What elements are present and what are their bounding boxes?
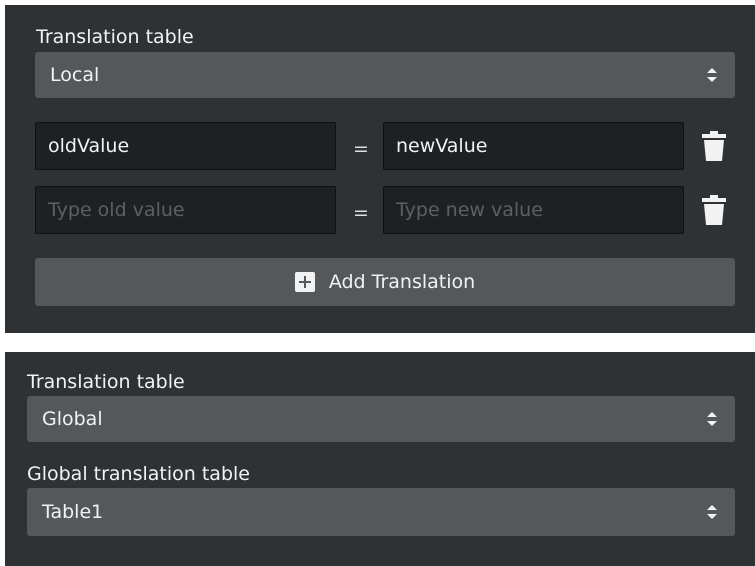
new-value-text: newValue [396, 135, 488, 157]
trash-icon[interactable] [702, 131, 726, 161]
new-value-input[interactable]: newValue [383, 122, 684, 170]
global-translation-table-label: Global translation table [27, 463, 250, 485]
old-value-input[interactable]: oldValue [35, 122, 336, 170]
global-translation-panel: Translation table Global Global translat… [5, 352, 755, 566]
equals-sign: = [353, 138, 369, 160]
old-value-input[interactable]: Type old value [35, 186, 336, 234]
old-value-text: oldValue [48, 135, 130, 157]
translation-table-select[interactable]: Global [27, 396, 735, 442]
up-down-arrows-icon [707, 68, 717, 82]
translation-table-select-value: Global [42, 408, 103, 430]
up-down-arrows-icon [707, 505, 717, 519]
old-value-placeholder: Type old value [48, 199, 185, 221]
new-value-input[interactable]: Type new value [383, 186, 684, 234]
up-down-arrows-icon [707, 412, 717, 426]
global-translation-table-select-value: Table1 [42, 501, 104, 523]
translation-table-label: Translation table [36, 26, 194, 48]
translation-table-select[interactable]: Local [35, 52, 735, 98]
global-translation-table-select[interactable]: Table1 [27, 488, 735, 536]
translation-table-select-value: Local [50, 64, 100, 86]
add-translation-label: Add Translation [328, 271, 476, 293]
local-translation-panel: Translation table Local oldValue = newVa… [5, 5, 755, 333]
add-translation-button[interactable]: Add Translation [35, 258, 735, 306]
translation-table-label: Translation table [27, 371, 185, 393]
new-value-placeholder: Type new value [396, 199, 543, 221]
plus-icon [294, 272, 315, 292]
equals-sign: = [353, 202, 369, 224]
trash-icon[interactable] [702, 195, 726, 225]
